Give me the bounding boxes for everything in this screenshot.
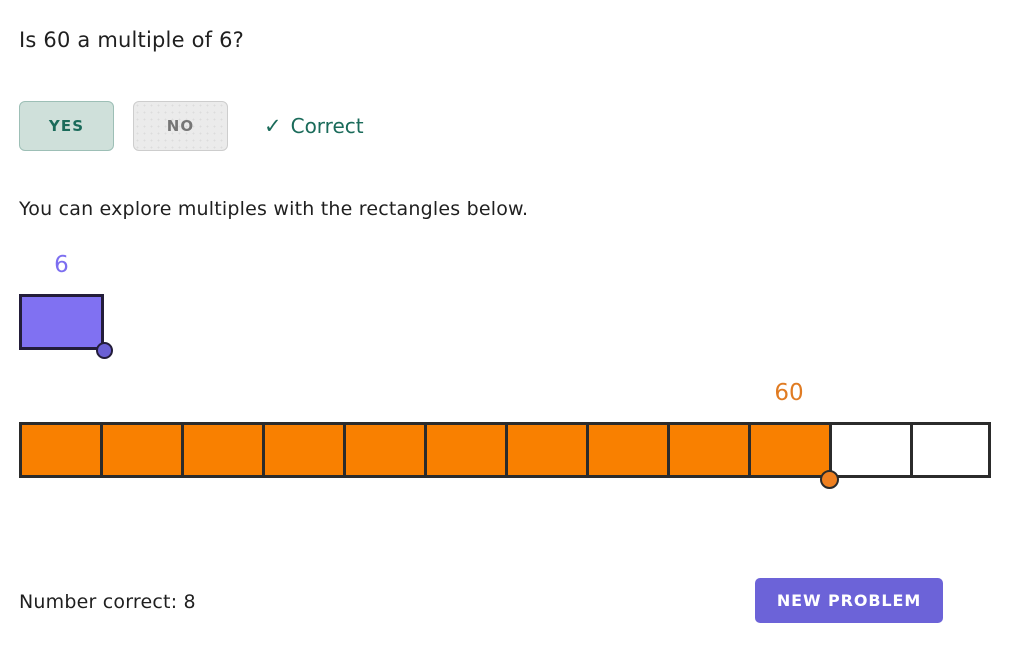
yes-button[interactable]: YES (19, 101, 114, 151)
no-button[interactable]: NO (133, 101, 228, 151)
divisor-resize-handle[interactable] (96, 342, 113, 359)
bar-cell[interactable] (262, 422, 343, 478)
feedback-label: Correct (291, 114, 364, 138)
multiple-bar[interactable] (19, 422, 991, 478)
bar-cell[interactable] (910, 422, 991, 478)
divisor-rectangle[interactable] (19, 294, 104, 350)
bar-cell[interactable] (586, 422, 667, 478)
feedback-message: ✓ Correct (264, 114, 364, 138)
bar-cell[interactable] (748, 422, 829, 478)
bar-cell[interactable] (829, 422, 910, 478)
bar-cell[interactable] (19, 422, 100, 478)
bar-cell[interactable] (424, 422, 505, 478)
answer-controls: YES NO ✓ Correct (19, 101, 364, 151)
multiple-resize-handle[interactable] (820, 470, 839, 489)
score-label: Number correct: 8 (19, 591, 196, 613)
bar-cell[interactable] (667, 422, 748, 478)
bar-cell[interactable] (343, 422, 424, 478)
divisor-value-label: 6 (19, 250, 104, 280)
question-prompt: Is 60 a multiple of 6? (19, 25, 244, 55)
check-icon: ✓ (264, 116, 282, 137)
multiple-value-label: 60 (749, 378, 830, 408)
new-problem-button[interactable]: NEW PROBLEM (755, 578, 943, 623)
explore-hint: You can explore multiples with the recta… (19, 195, 528, 223)
bar-cell[interactable] (100, 422, 181, 478)
bar-cell[interactable] (181, 422, 262, 478)
bar-cell[interactable] (505, 422, 586, 478)
